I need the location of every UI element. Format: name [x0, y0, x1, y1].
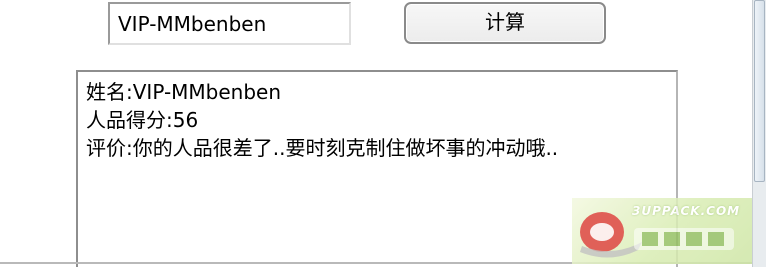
name-input[interactable] [108, 2, 351, 45]
site-watermark: 3UPPACK.COM [572, 198, 752, 264]
vertical-scrollbar[interactable] [752, 0, 766, 267]
calculate-button[interactable]: 计算 [404, 2, 606, 44]
result-name-line: 姓名:VIP-MMbenben [86, 80, 282, 104]
result-comment-line: 评价:你的人品很差了..要时刻克制住做坏事的冲动哦.. [86, 136, 559, 160]
page: 计算 姓名:VIP-MMbenben 人品得分:56 评价:你的人品很差了..要… [0, 0, 766, 267]
scrollbar-thumb[interactable] [754, 0, 765, 182]
result-score-line: 人品得分:56 [86, 108, 199, 132]
watermark-url: 3UPPACK.COM [632, 204, 741, 218]
